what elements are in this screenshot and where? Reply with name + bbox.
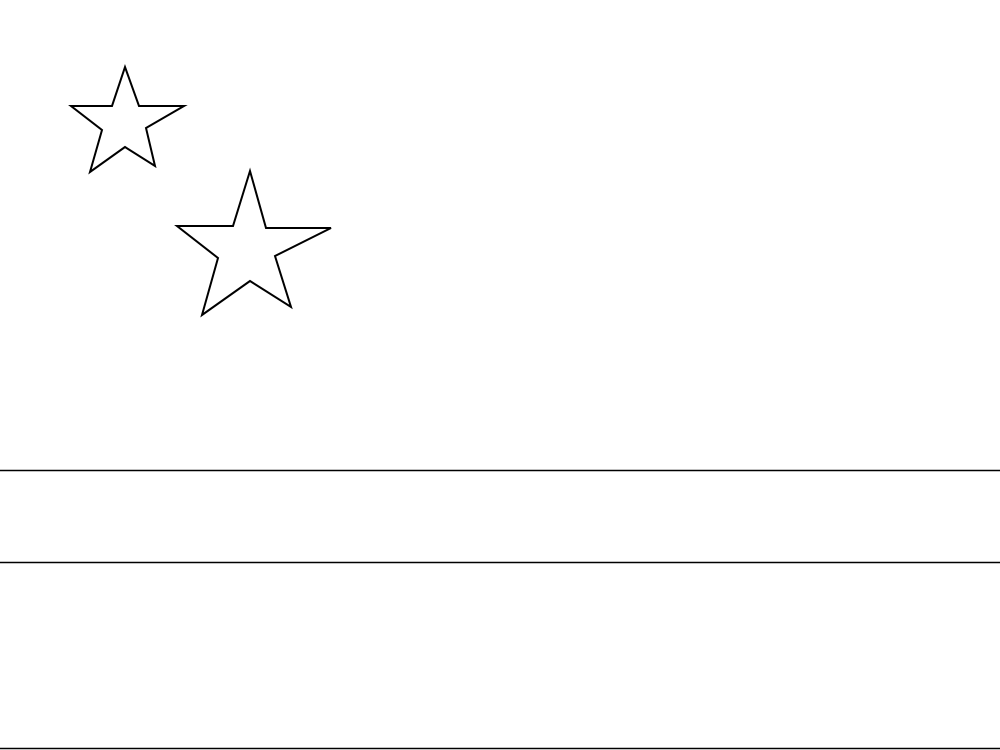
flag-outline-drawing bbox=[0, 63, 1000, 750]
small-star-icon bbox=[68, 63, 188, 175]
large-star-icon bbox=[174, 167, 332, 318]
flag-canvas bbox=[0, 0, 1000, 750]
